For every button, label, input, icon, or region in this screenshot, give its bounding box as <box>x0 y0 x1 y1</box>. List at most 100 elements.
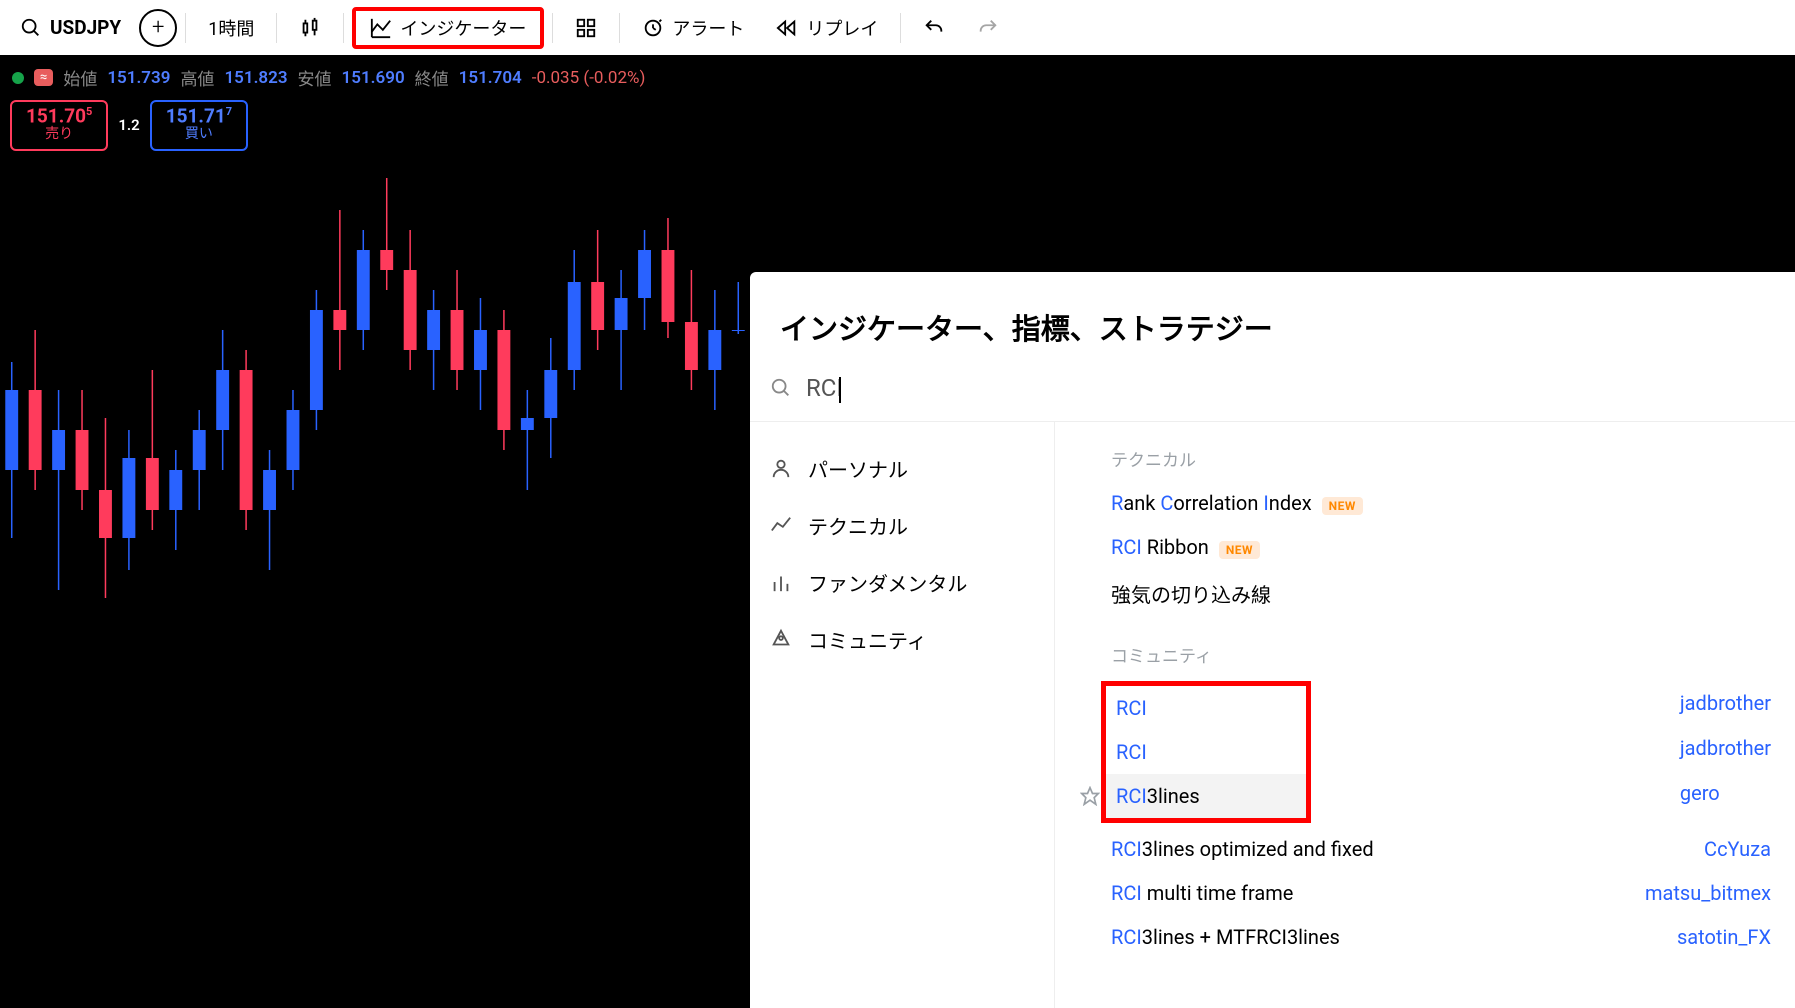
result-name: RCI3lines optimized and fixed <box>1111 837 1374 861</box>
replay-icon <box>776 17 798 39</box>
separator <box>552 13 553 43</box>
result-author[interactable]: CcYuza <box>1704 837 1771 861</box>
interval-label: 1時間 <box>208 15 254 41</box>
result-name: 強気の切り込み線 <box>1111 579 1271 608</box>
result-author[interactable]: jadbrother <box>1680 726 1771 771</box>
chart-style-button[interactable] <box>285 11 335 45</box>
sell-label: 売り <box>26 127 92 142</box>
results-section-header: テクニカル <box>1055 440 1795 481</box>
search-row: RCI <box>750 374 1795 422</box>
person-icon <box>770 457 792 479</box>
sidebar-item-label: ファンダメンタル <box>808 568 967 597</box>
alert-label: アラート <box>672 15 744 41</box>
buy-sell-row: 151.705 売り 1.2 151.717 買い <box>0 96 1795 151</box>
templates-button[interactable] <box>561 11 611 45</box>
open-label: 始値 <box>63 65 97 90</box>
search-input[interactable]: RCI <box>806 374 1775 403</box>
separator <box>343 13 344 43</box>
highlighted-results: RCI RCI RCI3lines <box>1101 681 1311 823</box>
bar-chart-icon <box>770 571 792 593</box>
separator <box>619 13 620 43</box>
results-section-header: コミュニティ <box>1055 636 1795 677</box>
result-row[interactable]: 強気の切り込み線 <box>1055 569 1795 618</box>
low-label: 安値 <box>298 65 332 90</box>
undo-icon <box>923 17 945 39</box>
modal-body: パーソナル テクニカル ファンダメンタル コミュニティ テクニカル Rank C… <box>750 422 1795 1008</box>
star-icon[interactable] <box>1080 786 1100 806</box>
interval-select[interactable]: 1時間 <box>194 9 268 47</box>
result-row[interactable]: RCI multi time frame matsu_bitmex <box>1055 871 1795 915</box>
alert-button[interactable]: アラート <box>628 9 758 47</box>
result-row[interactable]: RCI RibbonNEW <box>1055 525 1795 569</box>
add-symbol-button[interactable]: + <box>139 9 177 47</box>
approx-chip: ≈ <box>34 69 53 86</box>
redo-icon <box>977 17 999 39</box>
grid-icon <box>575 17 597 39</box>
buy-price: 151.71 <box>166 104 226 127</box>
sell-price-sup: 5 <box>86 105 92 118</box>
search-icon <box>20 17 42 39</box>
buy-label: 買い <box>166 127 232 142</box>
result-author[interactable]: satotin_FX <box>1677 925 1771 949</box>
result-name: RCI <box>1116 696 1147 720</box>
results-panel: テクニカル Rank Correlation IndexNEW RCI Ribbo… <box>1055 422 1795 1008</box>
high-value: 151.823 <box>224 68 287 88</box>
alert-icon <box>642 17 664 39</box>
sell-price: 151.70 <box>26 104 86 127</box>
result-row[interactable]: Rank Correlation IndexNEW <box>1055 481 1795 525</box>
result-name: RCI3lines + MTFRCI3lines <box>1111 925 1340 949</box>
top-toolbar: USDJPY + 1時間 インジケーター アラート リプレイ <box>0 0 1795 55</box>
result-row[interactable]: RCI3lines <box>1106 774 1306 818</box>
modal-title: インジケーター、指標、ストラテジー <box>750 272 1795 374</box>
symbol-search[interactable]: USDJPY <box>6 10 135 45</box>
sidebar-item-fundamental[interactable]: ファンダメンタル <box>750 554 1054 611</box>
undo-button[interactable] <box>909 11 959 45</box>
result-name: RCI <box>1116 740 1147 764</box>
separator <box>276 13 277 43</box>
replay-button[interactable]: リプレイ <box>762 9 892 47</box>
indicators-label: インジケーター <box>400 15 526 41</box>
search-value: RCI <box>806 374 843 402</box>
candlestick-chart[interactable] <box>0 170 750 610</box>
symbol-name: USDJPY <box>50 16 121 39</box>
result-author[interactable]: gero <box>1680 771 1771 816</box>
status-dot-icon <box>12 72 24 84</box>
sidebar-item-label: テクニカル <box>808 511 908 540</box>
sidebar-item-community[interactable]: コミュニティ <box>750 611 1054 668</box>
sidebar-item-personal[interactable]: パーソナル <box>750 440 1054 497</box>
search-icon <box>770 377 792 399</box>
sidebar-item-label: パーソナル <box>808 454 908 483</box>
result-name: RCI multi time frame <box>1111 881 1293 905</box>
spread-value: 1.2 <box>118 116 139 134</box>
candlestick-icon <box>299 17 321 39</box>
buy-button[interactable]: 151.717 買い <box>150 100 248 151</box>
close-label: 終値 <box>415 65 449 90</box>
result-row[interactable]: RCI3lines optimized and fixed CcYuza <box>1055 827 1795 871</box>
separator <box>900 13 901 43</box>
high-label: 高値 <box>180 65 214 90</box>
sell-button[interactable]: 151.705 売り <box>10 100 108 151</box>
buy-price-sup: 7 <box>226 105 232 118</box>
result-row[interactable]: RCI <box>1106 730 1306 774</box>
indicators-modal: インジケーター、指標、ストラテジー RCI パーソナル テクニカル ファンダメン… <box>750 272 1795 1008</box>
change-value: -0.035 (-0.02%) <box>532 68 646 88</box>
separator <box>185 13 186 43</box>
replay-label: リプレイ <box>806 15 878 41</box>
sidebar-item-technical[interactable]: テクニカル <box>750 497 1054 554</box>
result-row[interactable]: RCI3lines + MTFRCI3lines satotin_FX <box>1055 915 1795 959</box>
new-badge: NEW <box>1322 497 1363 515</box>
result-author[interactable]: matsu_bitmex <box>1645 881 1771 905</box>
redo-button[interactable] <box>963 11 1013 45</box>
result-name: RCI3lines <box>1116 784 1200 808</box>
indicators-button[interactable]: インジケーター <box>352 7 544 49</box>
chart-line-icon <box>770 514 792 536</box>
result-name: RCI RibbonNEW <box>1111 535 1260 559</box>
new-badge: NEW <box>1219 541 1260 559</box>
result-author[interactable]: jadbrother <box>1680 681 1771 726</box>
sidebar-item-label: コミュニティ <box>808 625 927 654</box>
low-value: 151.690 <box>342 68 405 88</box>
text-cursor-icon <box>839 377 841 403</box>
result-row[interactable]: RCI <box>1106 686 1306 730</box>
indicators-icon <box>370 17 392 39</box>
close-value: 151.704 <box>459 68 522 88</box>
